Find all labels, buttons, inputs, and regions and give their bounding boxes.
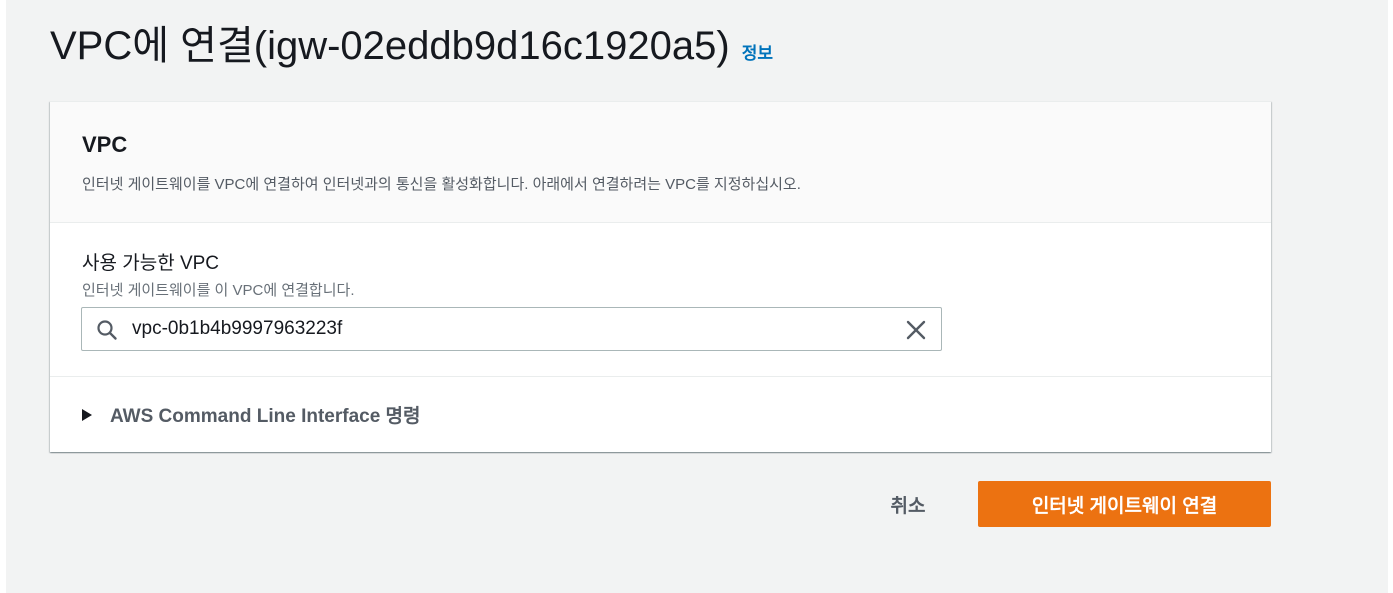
search-icon (97, 320, 117, 340)
vpc-container: VPC 인터넷 게이트웨이를 VPC에 연결하여 인터넷과의 통신을 활성화합니… (50, 101, 1271, 452)
cli-command-expander[interactable]: AWS Command Line Interface 명령 (82, 401, 421, 428)
close-icon[interactable] (905, 319, 927, 341)
container-header: VPC 인터넷 게이트웨이를 VPC에 연결하여 인터넷과의 통신을 활성화합니… (50, 102, 1271, 223)
caret-right-icon (82, 408, 92, 421)
cancel-button[interactable]: 취소 (868, 484, 948, 524)
page-title: VPC에 연결(igw-02eddb9d16c1920a5) (50, 24, 730, 68)
available-vpc-label: 사용 가능한 VPC (82, 253, 220, 274)
vpc-search-box[interactable] (81, 307, 942, 351)
attach-internet-gateway-button[interactable]: 인터넷 게이트웨이 연결 (978, 481, 1271, 527)
page-canvas: VPC에 연결(igw-02eddb9d16c1920a5) 정보 VPC 인터… (6, 0, 1388, 593)
page-header: VPC에 연결(igw-02eddb9d16c1920a5) 정보 (50, 22, 773, 70)
info-link[interactable]: 정보 (742, 39, 773, 64)
vpc-search-input[interactable] (132, 308, 892, 350)
divider (50, 376, 1271, 377)
available-vpc-description: 인터넷 게이트웨이를 이 VPC에 연결합니다. (82, 282, 355, 299)
cli-command-label: AWS Command Line Interface 명령 (110, 406, 421, 427)
section-description: 인터넷 게이트웨이를 VPC에 연결하여 인터넷과의 통신을 활성화합니다. 아… (82, 176, 801, 193)
section-title: VPC (82, 132, 128, 157)
